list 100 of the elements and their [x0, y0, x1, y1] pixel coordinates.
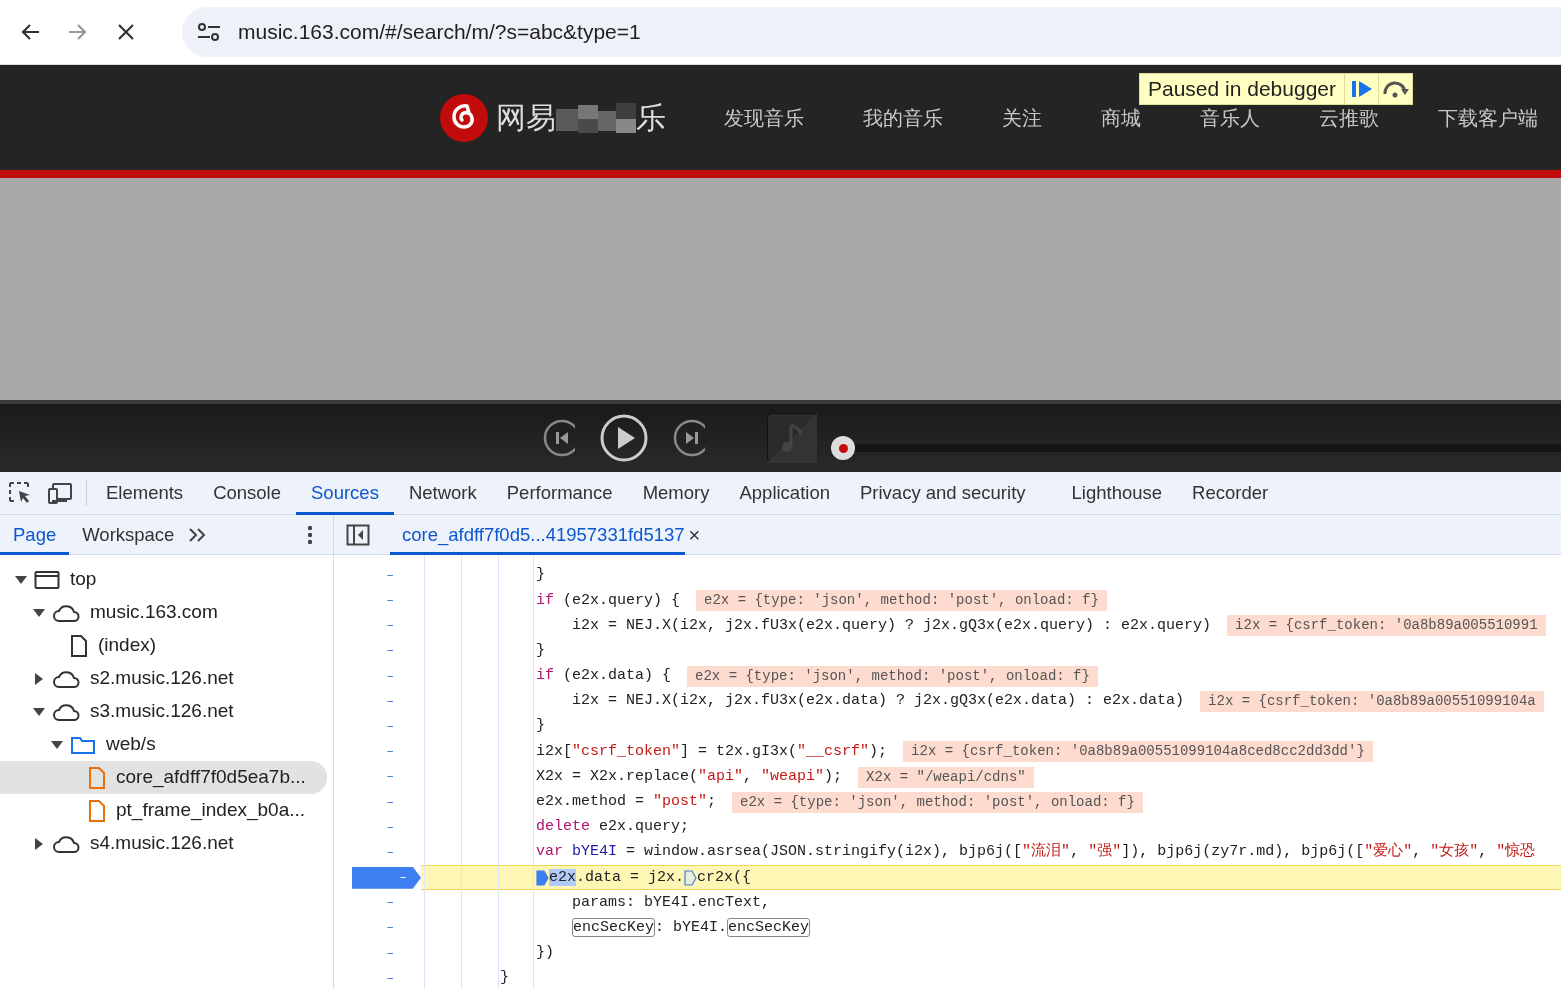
close-tab-button[interactable]: ×	[688, 519, 705, 550]
panel-tab[interactable]: Memory	[627, 471, 725, 515]
line-number[interactable]: –	[386, 842, 394, 863]
line-number[interactable]: –	[386, 792, 394, 813]
tree-label[interactable]: (index)	[98, 631, 157, 660]
line-number[interactable]: –	[386, 591, 394, 611]
code-text: }	[500, 968, 509, 989]
next-button[interactable]	[673, 422, 705, 454]
line-number[interactable]: –	[386, 918, 394, 938]
code-text: }	[536, 640, 545, 661]
close-icon	[116, 22, 136, 42]
line-number[interactable]: –	[386, 691, 394, 712]
panel-tab[interactable]: Performance	[491, 471, 628, 515]
progress-thumb[interactable]	[831, 436, 855, 460]
line-number[interactable]: –	[386, 565, 394, 586]
album-thumbnail	[767, 413, 817, 463]
expanded-arrow-icon[interactable]	[15, 575, 27, 584]
code-text: i2x = NEJ.X(i2x, j2x.fU3x(e2x.data) ? j2x.gQ3x(e2x.data) : e2x.data)	[572, 691, 1185, 712]
panel-tab[interactable]: Privacy and security	[845, 471, 1041, 515]
tree-label[interactable]: s4.music.126.net	[90, 829, 234, 858]
address-field[interactable]: music.163.com/#/search/m/?s=abc&type=1	[238, 16, 641, 48]
nav-link[interactable]: 关注	[1002, 102, 1042, 133]
cloud-icon	[52, 602, 80, 623]
code-text: cr2x({	[697, 867, 752, 888]
step-over-button[interactable]	[1378, 74, 1412, 104]
nav-link[interactable]: 商城	[1101, 102, 1141, 133]
inline-value: e2x = {type: 'json', method: 'post', onload: f}	[696, 590, 1107, 612]
paused-label: Paused in debugger	[1147, 76, 1337, 103]
panel-tab[interactable]: Application	[724, 471, 845, 515]
nav-link[interactable]: 下载客户端	[1438, 102, 1538, 133]
code-text: encSecKey: bYE4I.encSecKey	[572, 916, 811, 939]
line-number[interactable]: –	[386, 767, 394, 787]
nav-link[interactable]: 音乐人	[1200, 102, 1260, 133]
line-number[interactable]: –	[386, 893, 394, 913]
code-text: e2x.data = j2x.	[549, 867, 685, 888]
more-tabs-icon[interactable]	[187, 525, 208, 544]
logo-text: 网易	[496, 100, 556, 136]
cloud-icon	[52, 833, 80, 854]
breakpoint-marker[interactable]: –	[352, 866, 421, 889]
code-text: e2x.method = "post";	[536, 792, 717, 813]
inline-value: X2x = "/weapi/cdns"	[858, 766, 1034, 788]
code-text: i2x = NEJ.X(i2x, j2x.fU3x(e2x.query) ? j2x.gQ3x(e2x.query) : e2x.query)	[572, 615, 1212, 636]
panel-tab[interactable]: Elements	[91, 471, 199, 515]
panel-tab[interactable]: Lighthouse	[1056, 471, 1178, 515]
panel-tab[interactable]: Network	[393, 471, 492, 515]
navigator-tab[interactable]: Page	[0, 514, 70, 555]
nav-link[interactable]: 云推歌	[1319, 102, 1379, 133]
panel-tab[interactable]: Sources	[296, 471, 394, 515]
nav-link[interactable]: 发现音乐	[724, 102, 804, 133]
line-number[interactable]: –	[386, 666, 394, 687]
code-text: i2x["csrf_token"] = t2x.gI3x("__csrf");	[536, 741, 888, 762]
play-button[interactable]	[599, 413, 649, 463]
panel-tab[interactable]: Recorder	[1177, 471, 1284, 515]
tree-label[interactable]: s2.music.126.net	[90, 664, 234, 693]
cloud-icon	[52, 668, 80, 689]
step-marker-icon[interactable]	[536, 869, 549, 886]
expanded-arrow-icon[interactable]	[51, 740, 63, 749]
line-number[interactable]: –	[386, 641, 394, 661]
code-text: delete e2x.query;	[536, 817, 690, 838]
line-number[interactable]: –	[386, 742, 394, 762]
code-text: var bYE4I = window.asrsea(JSON.stringify(i2x), bjp6j(["流泪", "强"]), bjp6j(zy7r.md), bjp6j(["爱心", "女孩", "惊恐	[536, 841, 1536, 863]
step-over-icon	[1381, 80, 1410, 98]
inline-value: i2x = {csrf_token: '0a8b89a00551099104a8ced8cc2dd3dd'}	[903, 741, 1373, 763]
inline-value: e2x = {type: 'json', method: 'post', onload: f}	[687, 665, 1098, 687]
panel-tab[interactable]: Console	[198, 471, 296, 515]
expanded-arrow-icon[interactable]	[33, 707, 45, 716]
navigator-tab[interactable]: Workspace	[69, 514, 188, 555]
line-number[interactable]: –	[386, 817, 394, 838]
code-text: X2x = X2x.replace("api", "weapi");	[536, 766, 843, 787]
collapsed-arrow-icon[interactable]	[35, 837, 43, 850]
nav-link[interactable]: 我的音乐	[863, 102, 943, 133]
tree-label[interactable]: top	[70, 565, 97, 594]
line-number[interactable]: –	[386, 716, 394, 737]
resume-icon	[1350, 80, 1373, 98]
tree-label[interactable]: music.163.com	[90, 598, 218, 627]
code-text: }	[536, 716, 545, 737]
previous-button[interactable]	[543, 422, 575, 454]
file-tab[interactable]: core_afdff7f0d5...41957331fd5137	[390, 514, 685, 555]
cloud-icon	[52, 701, 80, 722]
sidebar-toggle-icon[interactable]	[346, 523, 370, 546]
line-number[interactable]: –	[386, 616, 394, 636]
line-number[interactable]: –	[386, 968, 394, 989]
more-options-icon[interactable]	[307, 524, 313, 545]
logo-icon	[440, 93, 488, 142]
tree-label[interactable]: s3.music.126.net	[90, 697, 234, 726]
code-text: }	[536, 565, 545, 586]
file-icon	[70, 634, 88, 657]
step-marker-icon[interactable]	[684, 869, 698, 886]
logo-text: 乐	[636, 100, 666, 136]
file-icon	[88, 766, 106, 789]
line-number[interactable]: –	[386, 943, 394, 964]
expanded-arrow-icon[interactable]	[33, 608, 45, 617]
device-toolbar-icon[interactable]	[48, 481, 74, 505]
tree-label[interactable]: pt_frame_index_b0a...	[116, 796, 306, 825]
tree-label[interactable]: web/s	[106, 730, 156, 759]
site-settings-icon[interactable]	[196, 20, 222, 44]
inline-value: i2x = {csrf_token: '0a8b89a00551099104a	[1200, 691, 1544, 713]
code-text: if (e2x.data) {	[536, 666, 672, 687]
collapsed-arrow-icon[interactable]	[35, 672, 43, 685]
code-text: params: bYE4I.encText,	[572, 892, 771, 913]
